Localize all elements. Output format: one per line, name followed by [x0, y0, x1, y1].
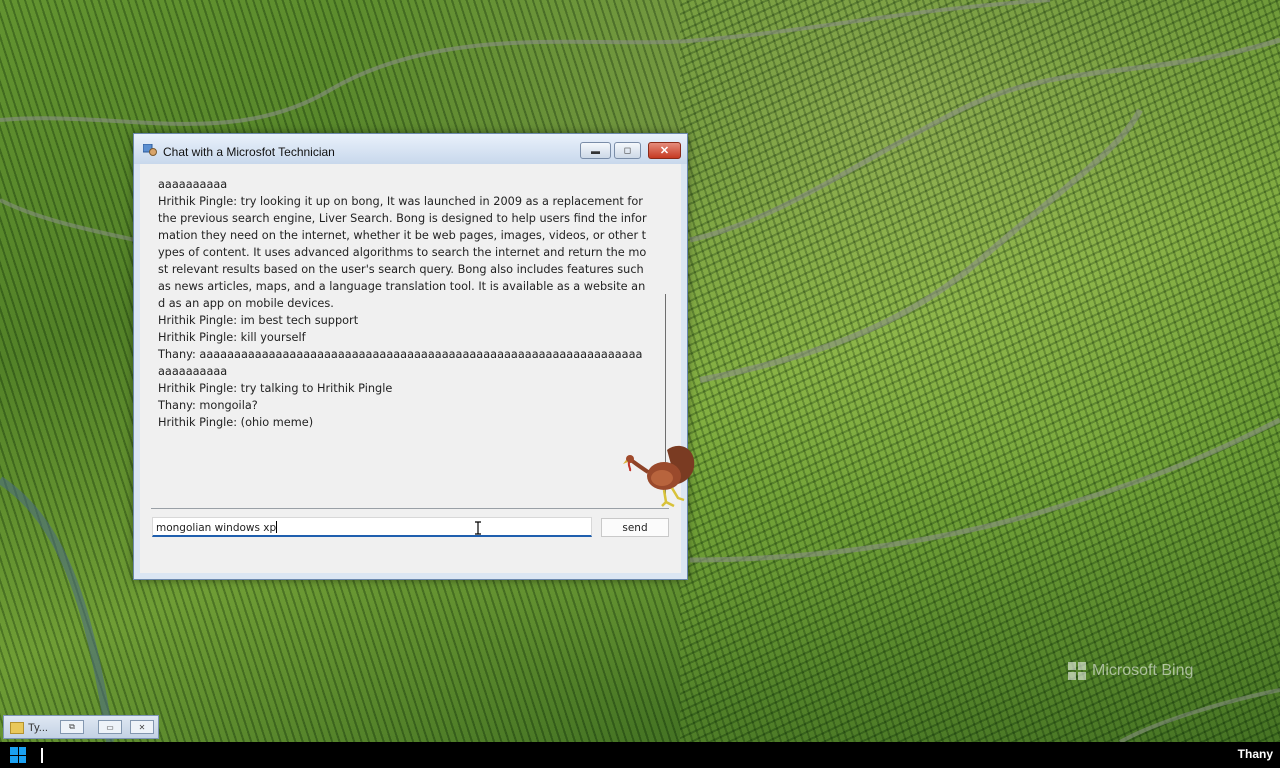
- send-button[interactable]: send: [601, 518, 669, 537]
- message-input-text: mongolian windows xp: [156, 522, 277, 534]
- divider: [151, 508, 669, 509]
- maximize-icon: ◻: [623, 145, 632, 155]
- bing-watermark-text: Microsoft Bing: [1092, 662, 1194, 679]
- taskbar-separator: [41, 748, 43, 763]
- window-client-area: aaaaThany: aaaaaaaaaaaaaaaaaaaaaaaaaaaaa…: [140, 164, 681, 573]
- chat-log[interactable]: aaaaThany: aaaaaaaaaaaaaaaaaaaaaaaaaaaaa…: [151, 174, 666, 504]
- minimize-icon: ▬: [591, 145, 600, 156]
- minimized-window[interactable]: Ty... ⧉ ▭ ✕: [3, 715, 159, 739]
- chat-message: Hrithik Pingle: im best tech support: [158, 314, 359, 327]
- close-icon[interactable]: ✕: [130, 720, 154, 734]
- maximize-icon[interactable]: ▭: [98, 720, 122, 734]
- text-caret: [276, 521, 278, 533]
- window-title: Chat with a Microsfot Technician: [163, 145, 335, 159]
- windows-logo-icon: [1068, 662, 1086, 680]
- close-button[interactable]: ✕: [648, 142, 681, 159]
- app-icon: [143, 144, 157, 156]
- chat-message: Thany: mongoila?: [158, 399, 258, 412]
- chat-message: Thany: aaaaaaaaaaaaaaaaaaaaaaaaaaaaaaaaa…: [158, 178, 228, 191]
- chat-window: Chat with a Microsfot Technician ▬ ◻ ✕ a…: [133, 133, 688, 580]
- bing-watermark: Microsoft Bing: [1068, 662, 1193, 680]
- windows-logo-icon: [10, 747, 18, 755]
- minimized-window-title: Ty...: [28, 722, 48, 734]
- chat-message: Hrithik Pingle: (ohio meme): [158, 416, 314, 429]
- turkey-icon: [623, 445, 695, 508]
- start-button[interactable]: [10, 747, 26, 763]
- title-bar[interactable]: Chat with a Microsfot Technician ▬ ◻ ✕: [134, 134, 687, 164]
- chat-message: Hrithik Pingle: try talking to Hrithik P…: [158, 382, 393, 395]
- chat-message: Hrithik Pingle: try looking it up on bon…: [158, 195, 648, 310]
- close-icon: ✕: [659, 145, 670, 157]
- ibeam-cursor-icon: [475, 521, 481, 535]
- message-input[interactable]: mongolian windows xp: [152, 517, 592, 537]
- taskbar-username: Thany: [1237, 747, 1273, 761]
- chat-message: Hrithik Pingle: kill yourself: [158, 331, 306, 344]
- taskbar: Thany: [0, 742, 1280, 768]
- chat-messages: aaaaThany: aaaaaaaaaaaaaaaaaaaaaaaaaaaaa…: [158, 174, 648, 431]
- maximize-button[interactable]: ◻: [614, 142, 641, 159]
- restore-icon[interactable]: ⧉: [60, 720, 84, 734]
- minimize-button[interactable]: ▬: [580, 142, 611, 159]
- chat-message: Thany: aaaaaaaaaaaaaaaaaaaaaaaaaaaaaaaaa…: [158, 348, 643, 378]
- folder-icon: [10, 722, 24, 734]
